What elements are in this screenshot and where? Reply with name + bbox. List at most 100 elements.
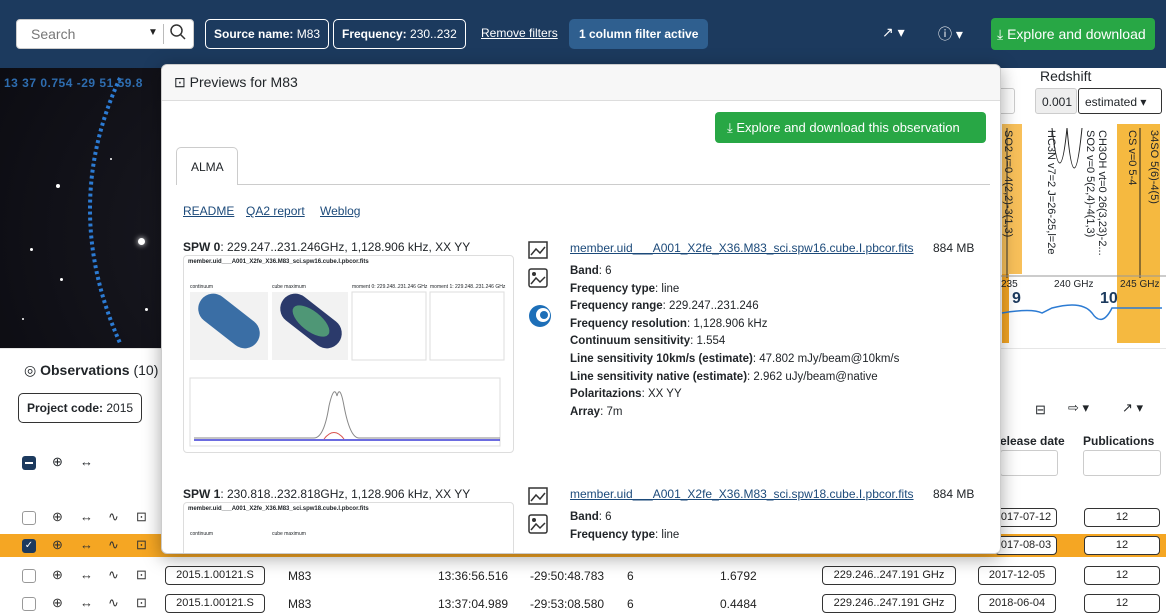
spw-title: SPW 1: 230.818..232.818GHz, 1,128.906 kH… [183,487,471,501]
project-filter-value: 2015 [106,401,134,415]
spw-preview-thumbnail[interactable]: member.uid___A001_X2fe_X36.M83_sci.spw18… [183,502,514,553]
tick-label: 245 GHz [1120,279,1160,290]
band-cell: 6 [627,569,634,583]
download-icon: ⤓ [997,26,1004,42]
share-icon[interactable]: ↗ ▾ [1122,400,1143,416]
spectrum-icon[interactable]: ∿ [108,567,119,583]
share-icon[interactable]: ↗ ▾ [882,24,905,41]
ra-cell: 13:36:56.516 [438,569,509,583]
expand-icon[interactable]: ↔ [80,567,93,582]
crosshair-icon[interactable]: ⊕ [52,454,63,470]
release-date-filter[interactable] [1000,450,1058,476]
line-label: CS v=0 5-4 [1126,130,1138,186]
help-icon[interactable]: ⓘ ▾ [938,24,963,44]
band-number: 10 [1100,290,1118,307]
publications-filter[interactable] [1083,450,1161,476]
fits-file-link[interactable]: member.uid___A001_X2fe_X36.M83_sci.spw16… [570,241,914,255]
fits-file-icon[interactable] [527,485,549,507]
image-icon[interactable]: ⊡ [136,537,147,553]
tab-divider [176,184,990,185]
frequency-filter-value: 230..232 [410,27,457,41]
columns-icon[interactable]: ⊟ [1035,402,1046,418]
panel-label: cube maximum [272,531,306,537]
panel-label: continuum [190,284,214,290]
row-checkbox[interactable] [22,511,36,525]
row-checkbox-checked[interactable]: ✓ [22,539,36,553]
image-icon[interactable]: ⊡ [136,509,147,525]
chevron-down-icon[interactable]: ▼ [148,27,158,38]
minus-icon [25,462,33,464]
frequency-cell: 229.246..247.191 GHz [822,594,956,613]
row-checkbox[interactable] [22,597,36,611]
spw-title: SPW 0: 229.247..231.246GHz, 1,128.906 kH… [183,240,471,254]
preview-image-icon[interactable] [527,513,549,535]
expand-icon[interactable]: ↔ [80,509,93,524]
expand-icon[interactable]: ↔ [80,595,93,610]
release-date-header[interactable]: elease date [1000,434,1065,448]
publications-badge[interactable]: 12 [1084,566,1160,585]
panel-label: cube maximum [272,284,306,290]
release-date-cell: 017-07-12 [995,508,1057,527]
publications-header[interactable]: Publications [1083,434,1154,448]
carta-viewer-icon[interactable] [527,303,553,329]
project-code-badge[interactable]: 2015.1.00121.S [165,566,265,585]
remove-filters-link[interactable]: Remove filters [481,26,558,40]
crosshair-icon[interactable]: ⊕ [52,567,63,583]
crosshair-icon[interactable]: ⊕ [52,537,63,553]
spw-preview-thumbnail[interactable]: member.uid___A001_X2fe_X36.M83_sci.spw16… [183,255,514,453]
line-label: SO2 v=0 4(2,2)-3(1,3) [1002,130,1014,238]
search-icon[interactable] [169,23,187,41]
qa2-report-link[interactable]: QA2 report [246,204,305,218]
publications-badge[interactable]: 12 [1084,508,1160,527]
tick-label: 240 GHz [1054,279,1094,290]
source-filter-pill[interactable]: Source name: M83 [205,19,330,49]
crosshair-icon[interactable]: ⊕ [52,595,63,611]
band-cell: 6 [627,597,634,611]
project-filter-key: Project code: [27,401,104,415]
line-label: CH3OH vt=0 26(3,23)-2... [1096,130,1108,256]
fits-file-icon[interactable] [527,239,549,261]
source-filter-value: M83 [296,27,321,41]
tab-alma[interactable]: ALMA [176,147,238,185]
spectrum-icon[interactable]: ∿ [108,509,119,525]
spw-properties: Band: 6 Frequency type: line [570,511,680,541]
star [30,248,33,251]
image-icon[interactable]: ⊡ [136,567,147,583]
line-label: HC3N v7=2 J=26-25,l=2e [1045,130,1057,255]
panel-label: moment 0: 229.248..231.246 GHz [352,284,428,290]
eye-icon: ◎ [24,362,37,378]
expand-icon[interactable]: ↔ [80,537,93,552]
project-code-badge[interactable]: 2015.1.00121.S [165,594,265,613]
observations-count: (10) [133,362,159,378]
column-filter-badge[interactable]: 1 column filter active [569,19,709,49]
explore-observation-button[interactable]: ⤓ Explore and download this observation [715,112,986,143]
modal-header: ⊡ Previews for M83 [162,65,1000,101]
row-checkbox[interactable] [22,569,36,583]
thumbnail-title: member.uid___A001_X2fe_X36.M83_sci.spw16… [188,259,369,265]
spectrum-icon[interactable]: ∿ [108,537,119,553]
publications-badge[interactable]: 12 [1084,594,1160,613]
spectrum-icon[interactable]: ∿ [108,595,119,611]
fits-file-link[interactable]: member.uid___A001_X2fe_X36.M83_sci.spw18… [570,487,914,501]
star [138,238,145,245]
export-icon[interactable]: ⇨ ▾ [1068,400,1089,416]
table-row[interactable]: ⊕ ↔ ∿ ⊡ 2015.1.00121.S M83 13:36:56.516 … [0,564,1166,587]
table-row[interactable]: ⊕ ↔ ∿ ⊡ 2015.1.00121.S M83 13:37:04.989 … [0,592,1166,615]
search-input[interactable]: Search ▼ [16,19,194,49]
dec-cell: -29:53:08.580 [530,597,605,611]
explore-download-button[interactable]: ⤓ Explore and download [991,18,1155,50]
weblog-link[interactable]: Weblog [320,204,360,218]
tick-label: 235 GHz [1001,279,1021,290]
crosshair-icon[interactable]: ⊕ [52,509,63,525]
readme-link[interactable]: README [183,204,234,218]
image-icon[interactable]: ⊡ [136,595,147,611]
frequency-filter-pill[interactable]: Frequency: 230..232 [333,19,466,49]
source-name-cell: M83 [288,597,312,611]
project-filter-pill[interactable]: Project code: 2015 [18,393,143,423]
publications-badge[interactable]: 12 [1084,536,1160,555]
select-all-checkbox[interactable] [22,456,36,470]
expand-icon[interactable]: ↔ [80,454,93,469]
observations-title: ◎ Observations (10) [24,362,159,378]
dec-cell: -29:50:48.783 [530,569,605,583]
preview-image-icon[interactable] [527,267,549,289]
